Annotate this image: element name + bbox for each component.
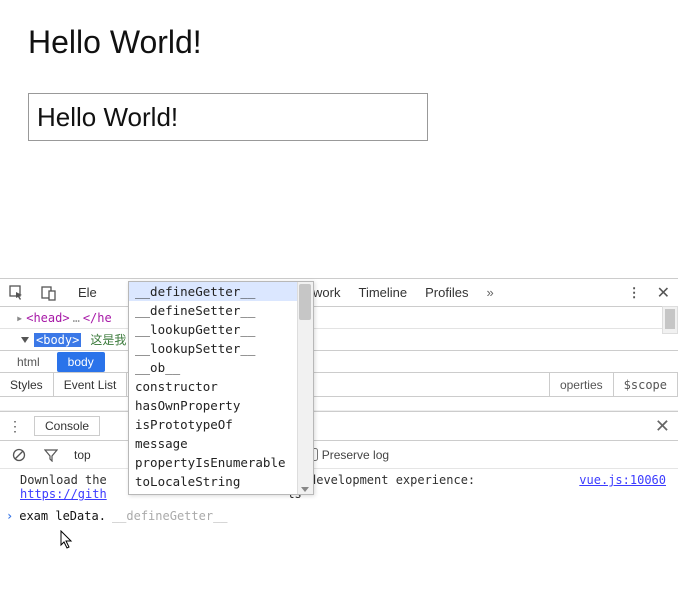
kebab-menu-icon[interactable]: ⋮ (628, 285, 643, 301)
breadcrumb: html body (0, 351, 678, 373)
ac-item[interactable]: isPrototypeOf (129, 415, 313, 434)
tab-timeline[interactable]: Timeline (358, 285, 407, 300)
source-link[interactable]: vue.js:10060 (579, 473, 666, 487)
dom-body-tag[interactable]: <body> (34, 333, 81, 347)
subtab-event[interactable]: Event List (54, 373, 128, 396)
tree-toggle-open-icon[interactable] (21, 337, 29, 343)
ac-item[interactable]: propertyIsEnumerable (129, 453, 313, 472)
devtools-tabbar: Ele Network Timeline Profiles » ⋮ ✕ (0, 279, 678, 307)
inspect-element-icon[interactable] (8, 284, 26, 302)
autocomplete-popup: __defineGetter__ __defineSetter__ __look… (128, 281, 314, 495)
tabs-overflow-icon[interactable]: » (487, 285, 494, 300)
elements-dom-row-body[interactable]: <body> 这是我 (0, 329, 678, 351)
ac-item[interactable]: constructor (129, 377, 313, 396)
dom-head-open: <head> (26, 311, 69, 325)
prompt-ghost: __defineGetter__ (112, 509, 228, 523)
subtab-properties[interactable]: operties (549, 373, 614, 396)
console-body: vue.js:10060 Download the ter developmen… (0, 469, 678, 531)
context-selector[interactable]: top (74, 448, 91, 462)
rendered-page: Hello World! (0, 0, 678, 165)
console-menu-icon[interactable]: ⋮ (8, 418, 22, 435)
close-icon[interactable]: ✕ (657, 283, 670, 303)
subtab-scope[interactable]: $scope (614, 373, 678, 396)
preserve-log-label: Preserve log (322, 448, 389, 462)
console-toolbar: top Preserve log (0, 441, 678, 469)
ac-item[interactable]: __ob__ (129, 358, 313, 377)
subtab-styles[interactable]: Styles (0, 373, 54, 396)
hello-input[interactable] (28, 93, 428, 141)
ac-item[interactable]: toLocaleString (129, 472, 313, 491)
crumb-body[interactable]: body (57, 352, 105, 372)
console-log-line: Download the ter development experience: (20, 473, 670, 487)
prompt-chevron-icon: › (6, 509, 13, 523)
page-heading: Hello World! (28, 24, 650, 61)
ac-item[interactable]: __lookupGetter__ (129, 320, 313, 339)
device-toggle-icon[interactable] (40, 284, 58, 302)
console-drawer-header: ⋮ Console ✕ (0, 411, 678, 441)
tab-elements[interactable]: Ele (78, 285, 97, 300)
devtools-panel: Ele Network Timeline Profiles » ⋮ ✕ ▸ <h… (0, 278, 678, 596)
filter-icon[interactable] (42, 446, 60, 464)
console-prompt[interactable]: › exam leData. __defineGetter__ (6, 509, 670, 523)
elements-scrollbar[interactable] (662, 306, 678, 334)
ac-item[interactable]: message (129, 434, 313, 453)
styles-subtabs: Styles Event List operties $scope (0, 373, 678, 397)
chevron-down-icon[interactable] (301, 487, 309, 492)
ac-scrollbar[interactable] (297, 282, 313, 494)
dom-head-close: </he (83, 311, 112, 325)
clear-console-icon[interactable] (10, 446, 28, 464)
console-tab[interactable]: Console (34, 416, 100, 436)
ac-item[interactable]: hasOwnProperty (129, 396, 313, 415)
console-log-line: https://gith ls (20, 487, 670, 501)
crumb-html[interactable]: html (6, 352, 51, 372)
preserve-log-checkbox[interactable]: Preserve log (305, 448, 389, 462)
elements-dom-row[interactable]: ▸ <head> … </he (0, 307, 678, 329)
ac-item[interactable]: __lookupSetter__ (129, 339, 313, 358)
dom-comment: 这是我 (90, 331, 126, 348)
prompt-typed: exam leData. (19, 509, 106, 523)
ac-item[interactable]: __defineGetter__ (129, 282, 313, 301)
tree-toggle-icon[interactable]: ▸ (16, 311, 23, 325)
console-close-icon[interactable]: ✕ (655, 416, 670, 437)
ac-item[interactable]: __defineSetter__ (129, 301, 313, 320)
styles-filter-row (0, 397, 678, 411)
tab-profiles[interactable]: Profiles (425, 285, 468, 300)
